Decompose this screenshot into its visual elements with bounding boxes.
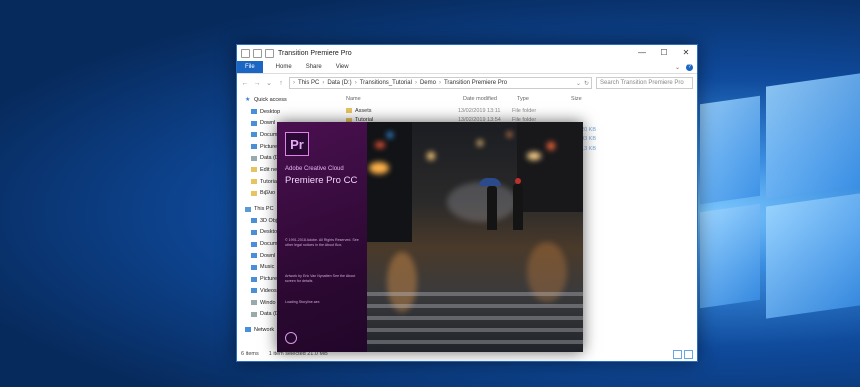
breadcrumb-data-d[interactable]: Data (D:) [327,80,351,86]
3d-icon [251,218,257,224]
tab-view[interactable]: View [329,64,356,70]
sidebar-item-label: Docum [260,131,278,138]
title-bar[interactable]: Transition Premiere Pro — ☐ ✕ [237,45,697,61]
address-row: ← → ⌄ ↑ › This PC › Data (D:) › Transition… [237,74,697,92]
table-row[interactable]: Assets 13/02/2019 13:11 File folder [341,106,697,116]
sidebar-item-label: This PC [254,206,274,213]
artwork-credit: Artwork by Eric Van Nynatten See the Abo… [285,274,356,283]
sidebar-item-label: Deskto [260,229,278,236]
drive-icon [251,300,257,306]
star-icon: ★ [245,96,251,103]
sidebar-item-label: Videos [260,287,277,294]
premiere-logo-icon: Pr [285,132,309,156]
search-input[interactable]: Search Transition Premiere Pro [596,77,693,89]
new-folder-icon[interactable] [265,48,274,58]
sidebar-item-label: Docum [260,241,278,248]
splash-artwork-image [367,122,583,352]
breadcrumb-transition-premiere-pro[interactable]: Transition Premiere Pro [444,80,507,86]
sidebar-item-label: Βιβλιο [260,190,276,197]
drive-icon [251,155,257,161]
column-size[interactable]: Size [571,96,601,102]
sidebar-item-label: Desktop [260,108,281,115]
forward-icon[interactable]: → [253,80,261,87]
sidebar-item[interactable]: Desktop [237,106,341,118]
tab-home[interactable]: Home [269,64,299,70]
drive-icon [251,311,257,317]
breadcrumb-demo[interactable]: Demo [420,80,436,86]
up-icon[interactable]: ↑ [277,80,285,87]
address-bar[interactable]: › This PC › Data (D:) › Transitions_Tutori… [289,77,592,89]
loading-status: Loading Storyline.aex [285,300,320,304]
folder-icon [241,48,250,58]
address-dropdown-icon[interactable]: ⌄ [576,80,581,87]
document-icon [251,241,257,247]
product-name: Premiere Pro CC [285,175,358,186]
file-type: File folder [512,107,537,114]
pictures-icon [251,144,257,150]
network-icon [245,327,251,333]
window-title: Transition Premiere Pro [278,49,352,57]
premiere-splash-screen: Pr Adobe Creative Cloud Premiere Pro CC … [277,122,583,352]
back-icon[interactable]: ← [241,80,249,87]
properties-icon[interactable] [253,48,262,58]
desktop-icon [251,109,257,115]
ribbon-tabs: File Home Share View ⌄ ? [237,61,697,74]
pc-icon [245,206,251,212]
maximize-button[interactable]: ☐ [653,45,675,61]
windows-logo [700,70,860,330]
sidebar-item-label: Windo [260,299,276,306]
folder-icon [346,108,352,114]
sidebar-item-label: Downl [260,252,276,259]
brand-text: Adobe Creative Cloud [285,166,344,172]
sidebar-item-label: Picture [260,276,278,283]
quick-access-toolbar [241,48,274,58]
column-date-modified[interactable]: Date modified [463,96,517,102]
sidebar-item-label: Tutoria [260,178,277,185]
column-type[interactable]: Type [517,96,571,102]
sidebar-item-label: Downl [260,120,276,127]
legal-notice: © 1991-2018 Adobe. All Rights Reserved. … [285,238,359,247]
item-count: 6 items [241,351,259,357]
videos-icon [251,288,257,294]
desktop-icon [251,229,257,235]
creative-cloud-icon [285,332,297,344]
search-placeholder: Search Transition Premiere Pro [600,80,684,86]
minimize-button[interactable]: — [631,45,653,61]
recent-locations-icon[interactable]: ⌄ [265,79,273,87]
splash-branding-panel: Pr Adobe Creative Cloud Premiere Pro CC … [277,122,367,352]
download-icon [251,120,257,126]
tab-share[interactable]: Share [299,64,329,70]
folder-icon [251,167,257,173]
sidebar-item-label: Edit ne [260,166,278,173]
large-icons-view-icon[interactable] [684,349,693,359]
column-headers: Name Date modified Type Size [341,92,697,106]
document-icon [251,132,257,138]
tab-file[interactable]: File [237,61,263,73]
sidebar-item-label: Music [260,264,275,271]
help-icon[interactable]: ? [686,63,693,71]
column-name[interactable]: Name [341,96,463,102]
expand-ribbon-icon[interactable]: ⌄ [675,64,680,71]
details-view-icon[interactable] [673,349,682,359]
file-name: Assets [355,107,372,114]
close-button[interactable]: ✕ [675,45,697,61]
breadcrumb-transitions-tutorial[interactable]: Transitions_Tutorial [360,80,412,86]
download-icon [251,253,257,259]
pictures-icon [251,276,257,282]
refresh-icon[interactable]: ↻ [584,80,591,87]
folder-icon [251,190,257,196]
folder-icon [251,179,257,185]
breadcrumb-this-pc[interactable]: This PC [298,80,319,86]
sidebar-item[interactable]: ★ Quick access [237,94,341,106]
file-date: 13/02/2019 13:11 [458,107,501,114]
sidebar-item-label: Quick access [254,96,287,103]
sidebar-item-label: Network [254,326,275,333]
music-icon [251,264,257,270]
